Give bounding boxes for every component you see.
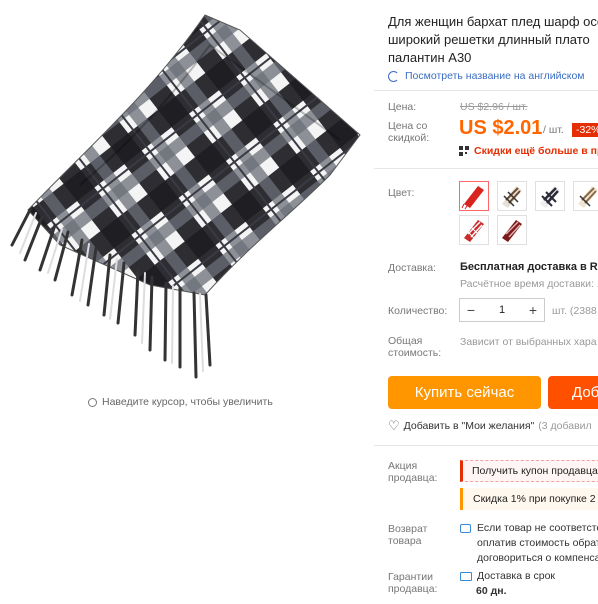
heart-icon: ♡ — [388, 418, 400, 433]
color-option-red[interactable] — [459, 181, 489, 211]
bulk-discount-banner: Скидка 1% при покупке 2 н — [460, 488, 598, 510]
bulk-discount-text: Скидка 1% при покупке 2 н — [473, 493, 598, 505]
guarantee-delivery: Доставка в срок 60 дн. — [460, 569, 555, 599]
color-option-dark-red-plaid[interactable] — [497, 215, 527, 245]
more-discounts-text: Скидки ещё больше в при — [474, 145, 598, 157]
return-icon — [460, 524, 471, 533]
color-option-brown-plaid[interactable] — [497, 181, 527, 211]
title-line: широкий решетки длинный плато — [388, 32, 590, 47]
promotion-label: Акция продавца: — [388, 460, 438, 484]
truck-icon — [460, 572, 472, 581]
return-label: Возврат товара — [388, 523, 428, 547]
coupon-banner[interactable]: Получить купон продавца — [460, 460, 598, 482]
total-value: Зависит от выбранных хара — [460, 336, 597, 348]
wishlist-count: (3 добавил — [538, 420, 592, 432]
product-image[interactable] — [0, 5, 372, 385]
shipping-estimate: Расчётное время доставки: 1 — [460, 278, 598, 290]
magnifier-icon — [88, 397, 97, 407]
buy-now-button[interactable]: Купить сейчас — [388, 376, 541, 409]
stock-count: шт. (2388 — [552, 305, 597, 317]
quantity-input[interactable]: 1 — [482, 304, 522, 316]
price-label: Цена: — [388, 101, 417, 113]
guarantee-label: Гарантии продавца: — [388, 571, 438, 595]
quantity-decrease-button[interactable]: − — [460, 302, 482, 318]
title-line: палантин A30 — [388, 50, 472, 65]
zoom-hint: Наведите курсор, чтобы увеличить — [88, 396, 273, 408]
translate-icon — [388, 70, 399, 82]
color-option-tan-plaid[interactable] — [573, 181, 598, 211]
coupon-text: Получить купон продавца — [472, 465, 598, 477]
return-policy: Если товар не соответсте оплатив стоимос… — [460, 521, 598, 566]
qr-code-icon — [459, 146, 469, 156]
shipping-value[interactable]: Бесплатная доставка в Rus — [460, 261, 598, 273]
color-option-red-plaid[interactable] — [459, 215, 489, 245]
price-unit: / шт. — [543, 124, 564, 136]
quantity-stepper: − 1 + — [459, 298, 545, 322]
discount-price-label: Цена со скидкой: — [388, 120, 430, 144]
total-label: Общая стоимость: — [388, 335, 442, 359]
wishlist-label: Добавить в "Мои желания" — [403, 420, 535, 432]
more-discounts-link[interactable]: Скидки ещё больше в при — [459, 145, 598, 157]
original-price: US $2.96 / шт. — [460, 101, 528, 113]
translate-link-text: Посмотреть название на английском — [405, 70, 585, 82]
shipping-label: Доставка: — [388, 262, 437, 274]
add-to-cart-button[interactable]: Доба — [548, 376, 598, 409]
color-label: Цвет: — [388, 187, 415, 199]
translate-link[interactable]: Посмотреть название на английском — [388, 70, 585, 82]
title-line: Для женщин бархат плед шарф осе — [388, 14, 598, 29]
wishlist-link[interactable]: ♡ Добавить в "Мои желания" (3 добавил — [388, 418, 592, 433]
color-option-black-plaid[interactable] — [535, 181, 565, 211]
zoom-hint-text: Наведите курсор, чтобы увеличить — [102, 396, 273, 408]
add-to-cart-label: Доба — [572, 384, 598, 401]
quantity-increase-button[interactable]: + — [522, 302, 544, 318]
discount-badge: -32% — [572, 123, 598, 137]
discounted-price: US $2.01 — [459, 117, 543, 139]
quantity-label: Количество: — [388, 305, 448, 317]
product-title: Для женщин бархат плед шарф осе широкий … — [388, 13, 598, 67]
